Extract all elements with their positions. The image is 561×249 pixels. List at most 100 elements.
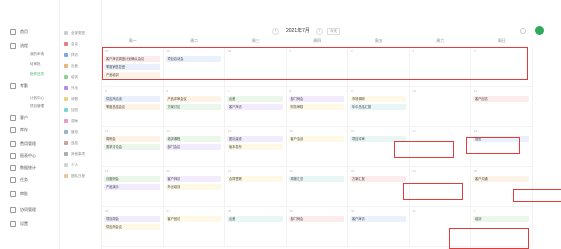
calendar-event[interactable]: 培训: [473, 216, 529, 222]
sidebar-item[interactable]: 客户: [10, 114, 28, 122]
calendar-day-cell[interactable]: 1 培训: [471, 207, 533, 247]
filter-checkbox[interactable]: [64, 31, 68, 35]
filter-checkbox[interactable]: [64, 119, 68, 123]
filter-item[interactable]: 调休: [64, 118, 78, 124]
calendar-day-cell[interactable]: 24: [409, 167, 471, 207]
sidebar-item[interactable]: 数据统计: [10, 164, 36, 172]
calendar-day-cell[interactable]: 26 项目周会 供应商会议: [102, 207, 164, 247]
calendar-day-cell[interactable]: 28 出差: [225, 207, 287, 247]
calendar-day-cell[interactable]: 23 方案汇报: [348, 167, 410, 207]
calendar-day-cell[interactable]: 12 周例会 需求讨论会: [102, 127, 164, 167]
calendar-day-cell[interactable]: 2: [348, 47, 410, 87]
calendar-day-cell[interactable]: 6 产品评审会议 方案讨论: [163, 87, 225, 127]
calendar-event[interactable]: 客户拜访: [350, 216, 406, 222]
calendar-event[interactable]: 客户拜访: [165, 176, 221, 182]
filter-checkbox[interactable]: [64, 108, 68, 112]
sidebar-subitem[interactable]: 计划中心: [30, 96, 44, 101]
sidebar-item[interactable]: 设置: [10, 220, 28, 228]
calendar-day-cell[interactable]: 20 客户拜访 外出培训: [163, 167, 225, 207]
calendar-event[interactable]: 出差: [227, 96, 283, 102]
filter-checkbox[interactable]: [64, 163, 68, 167]
filter-item[interactable]: 请假: [64, 96, 78, 102]
calendar-event[interactable]: 周例会: [104, 136, 160, 142]
calendar-event[interactable]: 客户洽谈: [288, 136, 344, 142]
sidebar-item[interactable]: 协同管理: [10, 206, 36, 214]
sidebar-item[interactable]: 审批: [10, 190, 28, 198]
sidebar-item[interactable]: 费用管理: [10, 140, 36, 148]
filter-item[interactable]: 其他事项: [64, 151, 85, 157]
calendar-day-cell[interactable]: 22 周报汇总: [286, 167, 348, 207]
calendar-event[interactable]: 财务审核: [288, 104, 344, 110]
filter-item[interactable]: 团队日程: [64, 173, 85, 179]
filter-checkbox[interactable]: [64, 152, 68, 156]
calendar-event[interactable]: 方案汇报: [350, 176, 406, 182]
sidebar-item[interactable]: 任务: [10, 176, 28, 184]
calendar-day-cell[interactable]: 10: [409, 87, 471, 127]
calendar-event[interactable]: 出差: [227, 216, 283, 222]
calendar-event[interactable]: 客户回访: [165, 216, 221, 222]
calendar-event[interactable]: 客户回访: [473, 96, 529, 102]
calendar-day-cell[interactable]: 29 部门例会: [286, 207, 348, 247]
calendar-event[interactable]: 部门例会: [288, 96, 344, 102]
calendar-event[interactable]: 团队建设: [227, 136, 283, 142]
filter-checkbox[interactable]: [64, 53, 68, 57]
sidebar-subitem[interactable]: 项目管理: [30, 104, 44, 109]
prev-month-button[interactable]: ‹: [272, 28, 279, 35]
filter-item[interactable]: 加班: [64, 107, 78, 113]
calendar-day-cell[interactable]: 3: [409, 47, 471, 87]
calendar-day-cell[interactable]: 28 客户拜访周度计划确认会议 季度销售复盘 产品培训: [102, 47, 164, 87]
calendar-day-cell[interactable]: 1: [286, 47, 348, 87]
filter-item[interactable]: 巡检: [64, 140, 78, 146]
today-button[interactable]: 今天: [327, 28, 340, 35]
calendar-day-cell[interactable]: 5 供应商洽谈 季度总结会议: [102, 87, 164, 127]
calendar-day-cell[interactable]: 30: [225, 47, 287, 87]
calendar-event[interactable]: 产品评审会议: [165, 96, 221, 102]
filter-checkbox[interactable]: [64, 42, 68, 46]
calendar-day-cell[interactable]: 27 客户回访: [163, 207, 225, 247]
calendar-event[interactable]: 需求讨论会: [104, 144, 160, 150]
calendar-day-cell[interactable]: 9 市场调研 年中总结汇报: [348, 87, 410, 127]
filter-checkbox[interactable]: [64, 174, 68, 178]
calendar-event[interactable]: 季度销售复盘: [104, 64, 160, 70]
calendar-day-cell[interactable]: 13 培训课程 部门会议: [163, 127, 225, 167]
calendar-event[interactable]: 年中总结汇报: [350, 104, 406, 110]
sidebar-item[interactable]: 流程: [10, 42, 28, 50]
filter-toggle-icon[interactable]: [520, 28, 526, 34]
calendar-event[interactable]: 部门会议: [165, 144, 221, 150]
sidebar-item[interactable]: 库存: [10, 126, 28, 134]
calendar-day-cell[interactable]: 8 部门例会 财务审核: [286, 87, 348, 127]
filter-item[interactable]: 全部类型: [64, 30, 85, 36]
calendar-event[interactable]: 季度总结会议: [104, 104, 160, 110]
calendar-event[interactable]: 合同签署: [227, 176, 283, 182]
calendar-day-cell[interactable]: 11 客户回访: [471, 87, 533, 127]
calendar-event[interactable]: 版本发布: [227, 144, 283, 150]
filter-checkbox[interactable]: [64, 97, 68, 101]
calendar-day-cell[interactable]: 7 出差 客户拜访: [225, 87, 287, 127]
calendar-day-cell[interactable]: 17: [409, 127, 471, 167]
calendar-day-cell[interactable]: 15 客户洽谈: [286, 127, 348, 167]
calendar-event[interactable]: 客户拜访: [227, 104, 283, 110]
sidebar-subitem[interactable]: 我的申请: [30, 52, 44, 57]
next-month-button[interactable]: ›: [316, 28, 323, 35]
filter-checkbox[interactable]: [64, 64, 68, 68]
calendar-event[interactable]: 项目启动会: [165, 56, 221, 62]
calendar-day-cell[interactable]: 25 客户沟通: [471, 167, 533, 207]
sidebar-item[interactable]: 考勤: [10, 82, 28, 90]
filter-item[interactable]: 个人: [64, 162, 78, 168]
calendar-event[interactable]: 项目周会: [104, 216, 160, 222]
calendar-day-cell[interactable]: 31: [409, 207, 471, 247]
calendar-event[interactable]: 产品演示: [104, 184, 160, 190]
calendar-event[interactable]: 市场调研: [350, 96, 406, 102]
add-event-button[interactable]: [535, 26, 544, 35]
filter-item[interactable]: 拜访: [64, 52, 78, 58]
calendar-event[interactable]: 周报汇总: [288, 176, 344, 182]
calendar-day-cell[interactable]: 14 团队建设 版本发布: [225, 127, 287, 167]
calendar-event[interactable]: 外出培训: [165, 184, 221, 190]
calendar-day-cell[interactable]: 18 值班: [471, 127, 533, 167]
filter-item[interactable]: 培训: [64, 74, 78, 80]
calendar-event[interactable]: 供应商会议: [104, 224, 160, 230]
filter-checkbox[interactable]: [64, 75, 68, 79]
calendar-event[interactable]: 供应商洽谈: [104, 96, 160, 102]
calendar-event[interactable]: 客户拜访周度计划确认会议: [104, 56, 160, 62]
calendar-event[interactable]: 客户沟通: [473, 176, 529, 182]
